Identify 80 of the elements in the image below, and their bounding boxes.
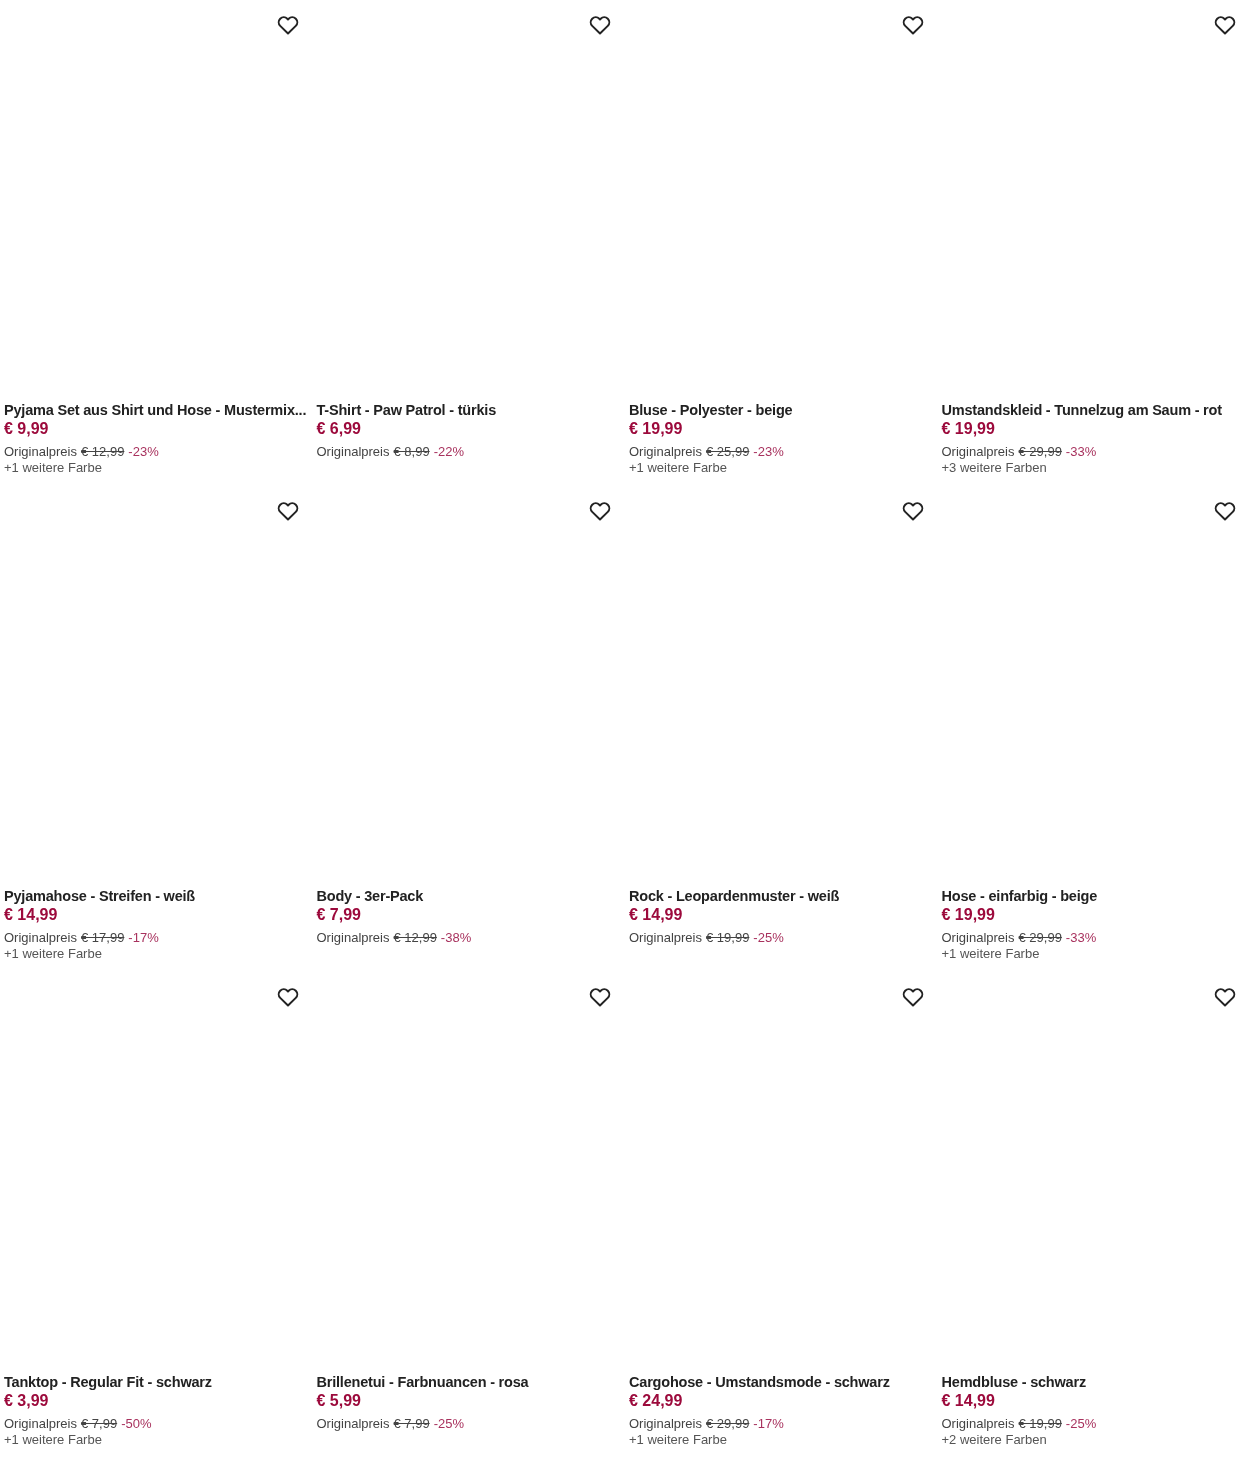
original-price-label: Originalpreis	[629, 444, 702, 460]
original-price: € 8,99	[393, 444, 430, 460]
original-price-label: Originalpreis	[4, 1416, 77, 1432]
more-colors-text: +1 weitere Farbe	[4, 1432, 103, 1448]
original-price: € 19,99	[1018, 1416, 1062, 1432]
discount: -17%	[128, 930, 159, 946]
original-price-label: Originalpreis	[629, 930, 702, 946]
product-price: € 7,99	[316, 905, 362, 925]
heart-icon[interactable]	[275, 985, 300, 1009]
product-price: € 14,99	[629, 905, 684, 925]
original-price-label: Originalpreis	[4, 930, 77, 946]
product-name[interactable]: Tanktop - Regular Fit - schwarz	[4, 1373, 313, 1391]
original-price: € 17,99	[81, 930, 125, 946]
original-price: € 29,99	[706, 1416, 750, 1432]
original-price-label: Originalpreis	[316, 444, 390, 460]
product-price: € 14,99	[4, 905, 59, 925]
product-price: € 3,99	[4, 1391, 50, 1411]
product-name[interactable]: Pyjama Set aus Shirt und Hose - Mustermix...	[4, 401, 313, 419]
product-name[interactable]: Bluse - Polyester - beige	[629, 401, 938, 419]
discount: -25%	[753, 930, 784, 946]
heart-icon[interactable]	[588, 985, 612, 1009]
original-price-label: Originalpreis	[941, 930, 1015, 946]
more-colors-text: +1 weitere Farbe	[941, 946, 1041, 962]
product-name[interactable]: Hose - einfarbig - beige	[941, 887, 1250, 905]
product-name[interactable]: T-Shirt - Paw Patrol - türkis	[316, 401, 625, 419]
original-price: € 7,99	[393, 1416, 430, 1432]
product-name[interactable]: Brillenetui - Farbnuancen - rosa	[316, 1373, 625, 1391]
heart-icon[interactable]	[588, 499, 612, 523]
more-colors-text: +1 weitere Farbe	[629, 1432, 728, 1448]
heart-icon[interactable]	[900, 985, 925, 1009]
more-colors-text: +1 weitere Farbe	[629, 460, 728, 476]
heart-icon[interactable]	[275, 13, 300, 37]
original-price-label: Originalpreis	[941, 1416, 1015, 1432]
product-price: € 19,99	[941, 419, 996, 439]
original-price: € 19,99	[706, 930, 750, 946]
original-price-label: Originalpreis	[316, 930, 390, 946]
discount: -22%	[433, 444, 464, 460]
product-price: € 24,99	[629, 1391, 684, 1411]
product-price: € 6,99	[316, 419, 362, 439]
product-name[interactable]: Hemdbluse - schwarz	[941, 1373, 1250, 1391]
original-price: € 12,99	[81, 444, 125, 460]
product-name[interactable]: Pyjamahose - Streifen - weiß	[4, 887, 313, 905]
product-price: € 5,99	[316, 1391, 362, 1411]
original-price-label: Originalpreis	[941, 444, 1015, 460]
original-price: € 29,99	[1018, 444, 1062, 460]
heart-icon[interactable]	[1213, 499, 1237, 523]
discount: -25%	[1065, 1416, 1097, 1432]
product-price: € 9,99	[4, 419, 50, 439]
original-price: € 25,99	[706, 444, 750, 460]
product-price: € 19,99	[941, 905, 996, 925]
original-price-label: Originalpreis	[316, 1416, 390, 1432]
more-colors-text: +1 weitere Farbe	[4, 460, 103, 476]
product-name[interactable]: Rock - Leopardenmuster - weiß	[629, 887, 938, 905]
discount: -23%	[753, 444, 784, 460]
product-name[interactable]: Cargohose - Umstandsmode - schwarz	[629, 1373, 938, 1391]
product-price: € 14,99	[941, 1391, 996, 1411]
discount: -33%	[1065, 930, 1097, 946]
more-colors-text: +1 weitere Farbe	[4, 946, 103, 962]
more-colors-text: +2 weitere Farben	[941, 1432, 1048, 1448]
discount: -38%	[440, 930, 472, 946]
heart-icon[interactable]	[900, 499, 925, 523]
heart-icon[interactable]	[1213, 985, 1237, 1009]
original-price-label: Originalpreis	[629, 1416, 702, 1432]
original-price: € 29,99	[1018, 930, 1062, 946]
more-colors-text: +3 weitere Farben	[941, 460, 1048, 476]
discount: -17%	[753, 1416, 784, 1432]
discount: -23%	[128, 444, 159, 460]
original-price: € 7,99	[81, 1416, 118, 1432]
heart-icon[interactable]	[275, 499, 300, 523]
original-price: € 12,99	[393, 930, 437, 946]
heart-icon[interactable]	[900, 13, 925, 37]
original-price-label: Originalpreis	[4, 444, 77, 460]
product-name[interactable]: Body - 3er-Pack	[316, 887, 625, 905]
product-price: € 19,99	[629, 419, 684, 439]
discount: -33%	[1065, 444, 1097, 460]
heart-icon[interactable]	[1213, 13, 1237, 37]
discount: -50%	[121, 1416, 152, 1432]
heart-icon[interactable]	[588, 13, 612, 37]
product-name[interactable]: Umstandskleid - Tunnelzug am Saum - rot	[941, 401, 1250, 419]
discount: -25%	[433, 1416, 464, 1432]
